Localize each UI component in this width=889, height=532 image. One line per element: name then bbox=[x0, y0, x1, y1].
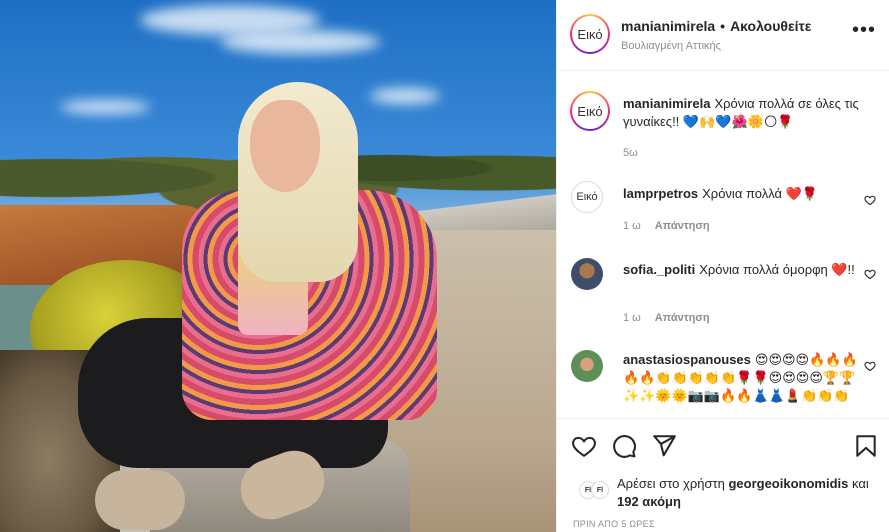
username-link[interactable]: manianimirela bbox=[623, 96, 710, 111]
comment-item: sofia._politi Χρόνια πολλά όμορφη ❤️!! 1 … bbox=[557, 256, 889, 336]
time-ago[interactable]: 1 ω bbox=[623, 312, 641, 324]
likes-text: Αρέσει στο χρήστη georgeoikonomidis και … bbox=[617, 475, 880, 511]
comment-text-block: sofia._politi Χρόνια πολλά όμορφη ❤️!! bbox=[623, 261, 860, 279]
avatar[interactable]: Εικό bbox=[570, 14, 610, 54]
comment-item: Εικό lamprpetros Χρόνια πολλά ❤️🌹 1 ω Απάν… bbox=[557, 176, 889, 246]
likes-conjunction: και bbox=[848, 476, 869, 491]
comment-text-block: lamprpetros Χρόνια πολλά ❤️🌹 bbox=[623, 185, 860, 203]
heart-icon[interactable] bbox=[864, 194, 876, 206]
username-link[interactable]: sofia._politi bbox=[623, 262, 695, 277]
post-author-line: manianimirela • Ακολουθείτε bbox=[621, 18, 811, 34]
avatar-placeholder: Εικό bbox=[572, 16, 608, 52]
avatar[interactable]: Εικό bbox=[571, 181, 603, 213]
shoe bbox=[95, 470, 185, 530]
comment-text: Χρόνια πολλά όμορφη ❤️!! bbox=[699, 262, 855, 277]
figure-face bbox=[250, 100, 320, 192]
bookmark-icon[interactable] bbox=[853, 433, 879, 459]
username-link[interactable]: manianimirela bbox=[621, 18, 715, 34]
post-photo[interactable] bbox=[0, 0, 556, 532]
avatar[interactable] bbox=[571, 258, 603, 290]
username-link[interactable]: anastasiospanouses bbox=[623, 352, 751, 367]
avatar-placeholder: Εικό bbox=[576, 191, 598, 203]
cloud bbox=[60, 100, 150, 114]
post-header: Εικό manianimirela • Ακολουθείτε Βουλιαγμέ… bbox=[557, 0, 889, 71]
liker-avatar: Fl bbox=[591, 481, 609, 499]
comment-meta: 1 ω Απάντηση bbox=[623, 312, 724, 324]
avatar-placeholder: Εικό bbox=[572, 93, 608, 129]
avatar[interactable] bbox=[571, 350, 603, 382]
username-link[interactable]: lamprpetros bbox=[623, 186, 698, 201]
avatar[interactable]: Εικό bbox=[570, 91, 610, 131]
likes-summary: Fl Fl Αρέσει στο χρήστη georgeoikonomidi… bbox=[557, 470, 889, 512]
heart-icon[interactable] bbox=[864, 360, 876, 372]
reply-button[interactable]: Απάντηση bbox=[655, 220, 710, 232]
post-sidebar: Εικό manianimirela • Ακολουθείτε Βουλιαγμέ… bbox=[556, 0, 889, 532]
heart-icon[interactable] bbox=[571, 433, 597, 459]
more-options-icon[interactable]: ••• bbox=[852, 20, 876, 40]
cloud bbox=[220, 30, 380, 54]
likes-prefix: Αρέσει στο χρήστη bbox=[617, 476, 729, 491]
liker-username-link[interactable]: georgeoikonomidis bbox=[728, 476, 848, 491]
post-timestamp[interactable]: ΠΡΙΝ ΑΠΟ 5 ΩΡΕΣ bbox=[573, 519, 655, 529]
comment-icon[interactable] bbox=[611, 433, 637, 459]
likes-count-link[interactable]: 192 ακόμη bbox=[617, 494, 681, 509]
time-ago[interactable]: 1 ω bbox=[623, 220, 641, 232]
comment-text: Χρόνια πολλά ❤️🌹 bbox=[702, 186, 819, 201]
liker-avatars[interactable]: Fl Fl bbox=[579, 479, 615, 503]
cloud bbox=[370, 88, 440, 104]
reply-button[interactable]: Απάντηση bbox=[655, 312, 710, 324]
heart-icon[interactable] bbox=[864, 268, 876, 280]
comments-list[interactable]: Εικό manianimirela Χρόνια πολλά σε όλες τ… bbox=[557, 72, 889, 418]
comment-meta: 1 ω Απάντηση bbox=[623, 220, 724, 232]
caption: Εικό manianimirela Χρόνια πολλά σε όλες τ… bbox=[557, 86, 889, 166]
post-actions bbox=[557, 418, 889, 470]
comment-item: anastasiospanouses 😍😍😍😍🔥🔥🔥🔥🔥👏👏👏👏👏🌹🌹😍😍😍😍🏆🏆… bbox=[557, 348, 889, 418]
time-ago[interactable]: 5ω bbox=[623, 147, 638, 159]
separator-dot: • bbox=[720, 18, 726, 34]
comment-text-block: anastasiospanouses 😍😍😍😍🔥🔥🔥🔥🔥👏👏👏👏👏🌹🌹😍😍😍😍🏆🏆… bbox=[623, 351, 860, 405]
following-button[interactable]: Ακολουθείτε bbox=[730, 18, 811, 34]
share-icon[interactable] bbox=[651, 433, 677, 459]
caption-text-block: manianimirela Χρόνια πολλά σε όλες τις γυ… bbox=[623, 95, 860, 131]
caption-meta: 5ω bbox=[623, 147, 652, 159]
location-link[interactable]: Βουλιαγμένη Αττικής bbox=[621, 40, 721, 52]
